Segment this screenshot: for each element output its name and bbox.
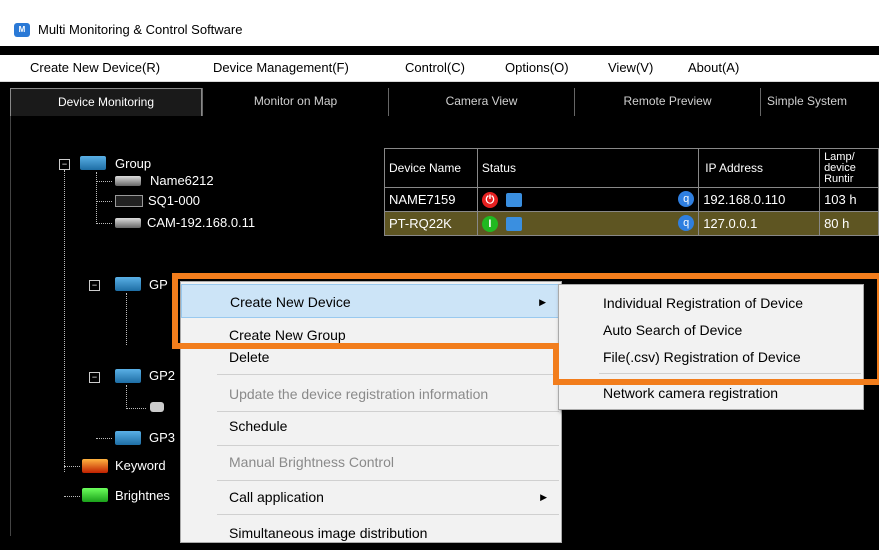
menu-item-schedule[interactable]: Schedule	[181, 409, 561, 443]
tree-line	[96, 172, 97, 224]
menu-device-management[interactable]: Device Management(F)	[213, 60, 349, 75]
folder-icon	[115, 369, 141, 383]
menu-item-manual-brightness[interactable]: Manual Brightness Control	[181, 445, 561, 479]
menu-item-label: Call application	[229, 489, 324, 505]
tab-bar: Device Monitoring Monitor on Map Camera …	[0, 88, 879, 116]
camera-icon	[150, 402, 164, 412]
tab-monitor-on-map[interactable]: Monitor on Map	[202, 88, 388, 116]
menu-separator	[217, 374, 559, 375]
tree-line	[126, 408, 146, 409]
menu-create-new-device[interactable]: Create New Device(R)	[30, 60, 160, 75]
power-off-icon: ⏻	[481, 192, 498, 208]
tree-brightness[interactable]: Brightnes	[115, 488, 170, 503]
tree-line	[64, 170, 65, 472]
tree-line	[126, 293, 127, 345]
table-header-row: Device Name Status IP Address Lamp/ devi…	[384, 148, 879, 188]
speaker-icon	[505, 192, 522, 207]
cell-ip: 127.0.0.1	[698, 211, 821, 236]
menu-view[interactable]: View(V)	[608, 60, 653, 75]
tree-gp2[interactable]: GP2	[149, 368, 175, 383]
projector-icon	[115, 195, 143, 207]
table-row[interactable]: NAME7159 ⏻ q 192.168.0.110 103 h	[384, 187, 879, 212]
tree-group[interactable]: Group	[115, 156, 151, 171]
cell-lamp: 103 h	[819, 187, 879, 212]
tree-gp1[interactable]: GP	[149, 277, 168, 292]
window-title: Multi Monitoring & Control Software	[38, 22, 243, 37]
cell-device-name: NAME7159	[384, 187, 478, 212]
camera-icon	[115, 176, 141, 186]
speaker-icon	[505, 216, 522, 231]
tree-line	[64, 466, 80, 467]
menu-item-call-application[interactable]: Call application ▶	[181, 480, 561, 514]
cell-lamp: 80 h	[819, 211, 879, 236]
tab-remote-preview[interactable]: Remote Preview	[574, 88, 760, 116]
search-icon[interactable]: q	[678, 191, 695, 207]
power-on-icon: I	[481, 216, 498, 232]
menu-control[interactable]: Control(C)	[405, 60, 465, 75]
cell-ip: 192.168.0.110	[698, 187, 821, 212]
menu-options[interactable]: Options(O)	[505, 60, 569, 75]
brightness-folder-icon	[82, 488, 108, 502]
tab-simple-system[interactable]: Simple System	[760, 88, 879, 116]
tree-line	[96, 438, 112, 439]
tab-camera-view[interactable]: Camera View	[388, 88, 574, 116]
tree-line	[64, 496, 80, 497]
collapse-icon[interactable]: −	[89, 372, 100, 383]
title-bar: M Multi Monitoring & Control Software	[0, 0, 879, 46]
submenu-arrow-icon: ▶	[539, 297, 546, 307]
cell-status: ⏻ q	[476, 187, 700, 212]
tree-sq1[interactable]: SQ1-000	[148, 193, 200, 208]
folder-icon	[115, 277, 141, 291]
collapse-icon[interactable]: −	[89, 280, 100, 291]
menu-separator	[599, 373, 861, 374]
menu-item-update-registration[interactable]: Update the device registration informati…	[181, 377, 561, 411]
create-device-submenu: Individual Registration of Device Auto S…	[558, 284, 864, 410]
device-table: Device Name Status IP Address Lamp/ devi…	[384, 148, 879, 236]
collapse-icon[interactable]: −	[59, 159, 70, 170]
menu-about[interactable]: About(A)	[688, 60, 739, 75]
tree-name6212[interactable]: Name6212	[150, 173, 214, 188]
tree-cam[interactable]: CAM-192.168.0.11	[147, 215, 255, 230]
search-icon[interactable]: q	[678, 215, 695, 231]
context-menu: Create New Device ▶ Create New Group Del…	[180, 281, 562, 543]
menu-item-csv-registration[interactable]: File(.csv) Registration of Device	[559, 343, 863, 371]
tree-gp3[interactable]: GP3	[149, 430, 175, 445]
menu-bar: Create New Device(R) Device Management(F…	[0, 55, 879, 82]
menu-item-auto-search[interactable]: Auto Search of Device	[559, 316, 863, 344]
folder-icon	[115, 431, 141, 445]
column-header-ip-address[interactable]: IP Address	[698, 148, 821, 188]
menu-item-create-new-device[interactable]: Create New Device ▶	[181, 284, 561, 318]
menu-item-label: Create New Device	[230, 294, 351, 310]
tree-line	[96, 223, 112, 224]
menu-item-individual-registration[interactable]: Individual Registration of Device	[559, 289, 863, 317]
cell-device-name: PT-RQ22K	[384, 211, 478, 236]
column-header-status[interactable]: Status	[476, 148, 700, 188]
column-header-lamp-runtime[interactable]: Lamp/ device Runtir	[819, 148, 879, 188]
submenu-arrow-icon: ▶	[540, 492, 547, 502]
keyword-folder-icon	[82, 459, 108, 473]
table-row[interactable]: PT-RQ22K Iq 127.0.0.1 80 h	[384, 211, 879, 236]
column-header-device-name[interactable]: Device Name	[384, 148, 478, 188]
menu-item-simultaneous-image[interactable]: Simultaneous image distribution	[181, 516, 561, 550]
tree-line	[96, 181, 112, 182]
menu-item-delete[interactable]: Delete	[181, 340, 561, 374]
tree-line	[126, 385, 127, 409]
app-logo-icon: M	[14, 23, 30, 37]
cell-status: Iq	[476, 211, 700, 236]
menu-item-network-camera-registration[interactable]: Network camera registration	[559, 379, 863, 407]
folder-icon	[80, 156, 106, 170]
camera-icon	[115, 218, 141, 228]
tree-line	[96, 201, 112, 202]
tab-device-monitoring[interactable]: Device Monitoring	[10, 88, 202, 116]
menu-separator	[217, 514, 559, 515]
tree-keyword[interactable]: Keyword	[115, 458, 166, 473]
